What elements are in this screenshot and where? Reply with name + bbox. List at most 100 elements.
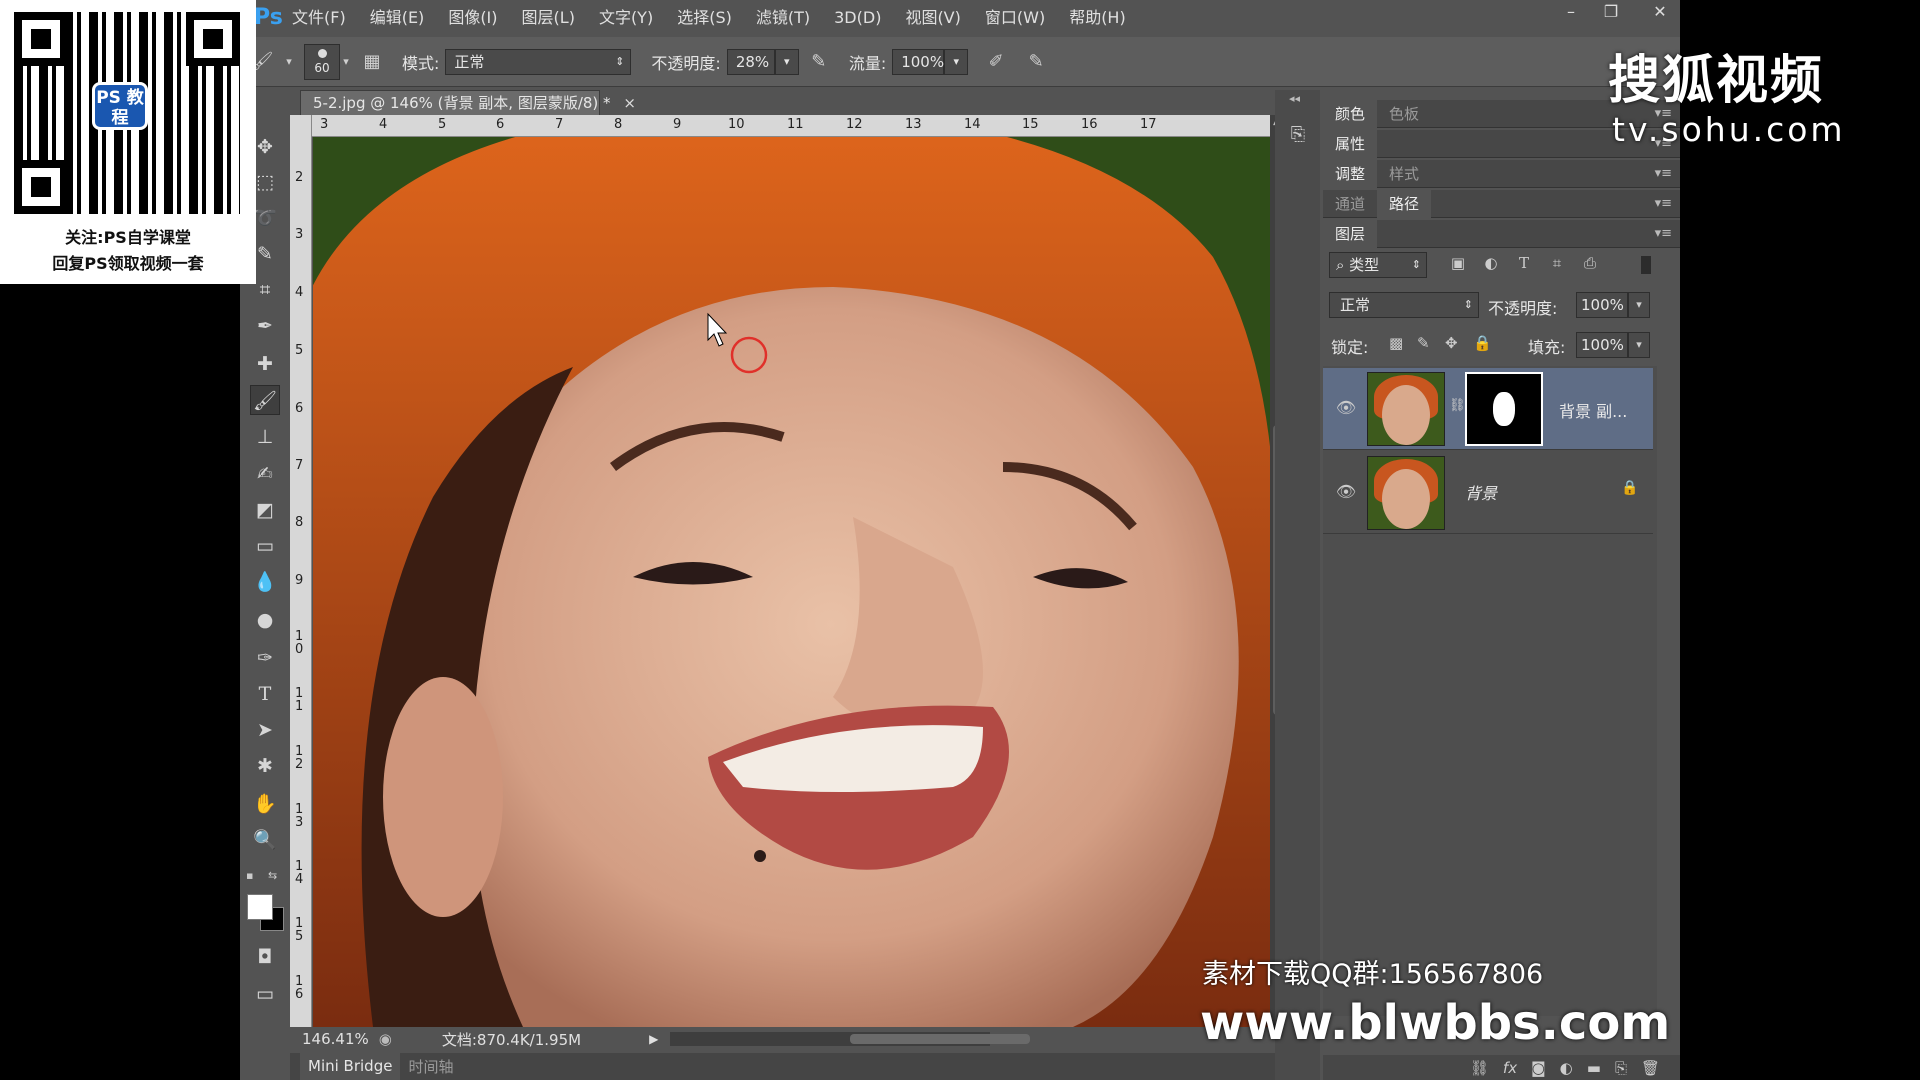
brush-size-preview[interactable]: 60 [304, 43, 340, 80]
minimize-button[interactable]: – [1553, 0, 1589, 26]
close-button[interactable]: ✕ [1638, 0, 1680, 26]
new-group-folder-icon[interactable]: ▬ [1587, 1059, 1601, 1077]
panel-menu-icon[interactable]: ▾≡ [1655, 226, 1672, 241]
chevron-down-icon[interactable]: ▾ [1628, 292, 1650, 318]
document-tab[interactable]: 5-2.jpg @ 146% (背景 副本, 图层蒙版/8) * × [300, 90, 636, 115]
chevron-down-icon[interactable]: ▾ [282, 48, 296, 76]
link-icon[interactable]: ⛓ [1449, 398, 1466, 413]
default-colors-icon[interactable]: ▪ [246, 869, 260, 883]
gradient-tool-icon[interactable]: ▭ [250, 531, 280, 561]
swap-colors-icon[interactable]: ⇆ [268, 869, 282, 883]
visibility-eye-icon[interactable]: 👁 [1335, 482, 1357, 502]
trash-icon[interactable]: 🗑 [1641, 1059, 1660, 1077]
tab-channels[interactable]: 通道 [1323, 190, 1377, 218]
mode-select[interactable]: 正常 ⇕ [445, 48, 632, 75]
menu-image[interactable]: 图像(I) [436, 0, 509, 35]
layer-row-background[interactable]: 👁 背景 🔒 [1323, 452, 1653, 534]
close-tab-icon[interactable]: × [623, 94, 636, 112]
panel-menu-icon[interactable]: ▾≡ [1655, 166, 1672, 181]
new-layer-icon[interactable]: ⎘ [1615, 1059, 1627, 1077]
brush-panel-icon[interactable]: ▦ [358, 48, 386, 76]
custom-shape-icon[interactable]: ✱ [250, 751, 280, 781]
adjustment-layer-icon[interactable]: ◐ [1560, 1059, 1573, 1077]
tab-layers[interactable]: 图层 [1323, 219, 1378, 248]
scroll-thumb[interactable] [850, 1034, 1031, 1044]
link-layers-icon[interactable]: ⛓ [1470, 1059, 1489, 1077]
filter-toggle[interactable] [1641, 256, 1651, 274]
chevron-down-icon[interactable]: ▾ [1628, 332, 1650, 358]
restore-button[interactable]: ❐ [1593, 0, 1629, 26]
filter-type-icon[interactable]: T [1511, 254, 1537, 276]
blend-mode-select[interactable]: 正常 ⇕ [1329, 292, 1479, 318]
horizontal-scrollbar[interactable] [670, 1032, 1031, 1046]
brush-tool-icon[interactable]: 🖌 [250, 385, 280, 415]
menu-window[interactable]: 窗口(W) [973, 0, 1057, 35]
filter-smart-object-icon[interactable]: ⎙ [1577, 254, 1603, 276]
tab-timeline[interactable]: 时间轴 [408, 1056, 453, 1077]
hand-tool-icon[interactable]: ✋ [250, 789, 280, 819]
fx-icon[interactable]: fx [1503, 1059, 1517, 1077]
flow-input[interactable]: 100% [892, 48, 945, 75]
status-info-icon[interactable]: ◉ [379, 1030, 392, 1048]
lock-pixels-icon[interactable]: ✎ [1417, 334, 1430, 352]
menu-help[interactable]: 帮助(H) [1057, 0, 1138, 35]
menu-layer[interactable]: 图层(L) [510, 0, 587, 35]
tab-properties[interactable]: 属性 [1323, 129, 1378, 158]
clone-stamp-icon[interactable]: ⊥ [250, 422, 280, 452]
healing-brush-icon[interactable]: ✚ [250, 349, 280, 379]
history-panel-icon[interactable]: ⎘ [1285, 124, 1311, 150]
menu-select[interactable]: 选择(S) [665, 0, 744, 35]
zoom-level[interactable]: 146.41% [302, 1030, 369, 1048]
lock-position-icon[interactable]: ✥ [1445, 334, 1458, 352]
tab-styles[interactable]: 样式 [1377, 160, 1431, 188]
type-tool-icon[interactable]: T [250, 679, 280, 709]
filter-adjustment-icon[interactable]: ◐ [1478, 254, 1504, 276]
tab-swatches[interactable]: 色板 [1377, 100, 1431, 128]
tab-adjustments[interactable]: 调整 [1323, 159, 1378, 188]
panel-menu-icon[interactable]: ▾≡ [1655, 196, 1672, 211]
chevron-down-icon[interactable]: ▾ [774, 48, 799, 75]
pressure-opacity-icon[interactable]: ✎ [805, 48, 833, 76]
layer-name[interactable]: 背景 副... [1559, 398, 1627, 422]
pen-tool-icon[interactable]: ✑ [250, 643, 280, 673]
menu-edit[interactable]: 编辑(E) [358, 0, 437, 35]
menu-view[interactable]: 视图(V) [893, 0, 972, 35]
zoom-tool-icon[interactable]: 🔍 [250, 825, 280, 855]
history-brush-icon[interactable]: ✍ [250, 459, 280, 489]
menu-type[interactable]: 文字(Y) [587, 0, 665, 35]
chevron-down-icon[interactable]: ▾ [340, 48, 352, 76]
eraser-tool-icon[interactable]: ◩ [250, 495, 280, 525]
collapse-icon[interactable]: ◂◂ [1289, 92, 1300, 105]
menu-file[interactable]: 文件(F) [280, 0, 358, 35]
tab-paths[interactable]: 路径 [1377, 189, 1432, 218]
path-select-icon[interactable]: ➤ [250, 715, 280, 745]
add-mask-icon[interactable]: ◙ [1531, 1059, 1546, 1077]
filter-pixel-icon[interactable]: ▣ [1445, 254, 1471, 276]
pressure-size-icon[interactable]: ✎ [1022, 48, 1050, 76]
foreground-color-swatch[interactable] [247, 894, 273, 920]
blur-tool-icon[interactable]: 💧 [250, 567, 280, 597]
document-canvas[interactable] [313, 137, 1271, 1027]
quick-mask-icon[interactable]: ◘ [250, 942, 280, 972]
visibility-eye-icon[interactable]: 👁 [1335, 398, 1357, 418]
filter-shape-icon[interactable]: ⌗ [1544, 254, 1570, 276]
chevron-down-icon[interactable]: ▾ [944, 48, 969, 75]
layer-opacity-input[interactable]: 100% [1576, 292, 1628, 318]
lock-all-icon[interactable]: 🔒 [1473, 334, 1492, 352]
airbrush-icon[interactable]: ✐ [982, 48, 1010, 76]
layer-name[interactable]: 背景 [1465, 480, 1497, 504]
opacity-input[interactable]: 28% [726, 48, 775, 75]
layer-mask-thumbnail[interactable] [1465, 372, 1543, 446]
layer-row-bg-copy[interactable]: 👁 ⛓ 背景 副... [1323, 368, 1653, 450]
tab-mini-bridge[interactable]: Mini Bridge [300, 1053, 401, 1080]
lock-transparent-icon[interactable]: ▩ [1389, 334, 1403, 352]
fill-input[interactable]: 100% [1576, 332, 1628, 358]
status-menu-arrow-icon[interactable]: ▶ [649, 1032, 658, 1046]
eyedropper-tool-icon[interactable]: ✒ [250, 311, 280, 341]
tab-color[interactable]: 颜色 [1323, 99, 1378, 128]
menu-3d[interactable]: 3D(D) [822, 0, 893, 35]
layer-filter-select[interactable]: ⌕ 类型 ⇕ [1329, 252, 1427, 278]
dodge-tool-icon[interactable]: ● [250, 605, 280, 635]
screen-mode-icon[interactable]: ▭ [250, 979, 280, 1009]
menu-filter[interactable]: 滤镜(T) [744, 0, 822, 35]
